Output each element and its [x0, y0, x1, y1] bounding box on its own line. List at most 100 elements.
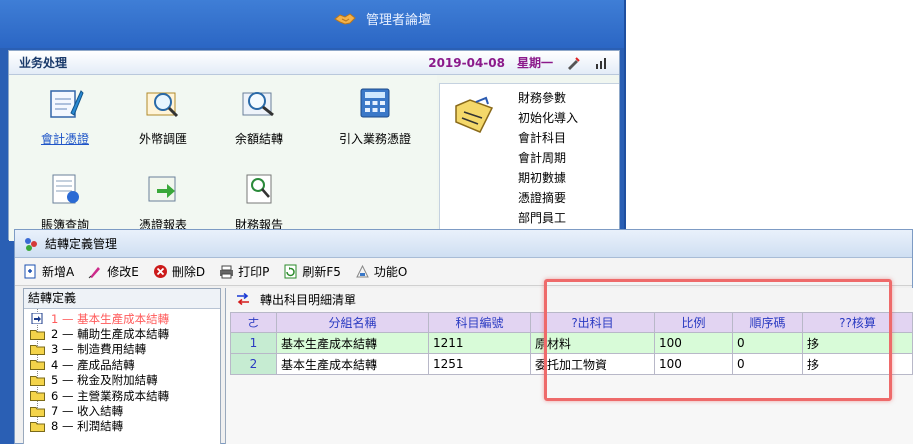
business-tiles: 會計憑證 外幣調匯 余額結轉 引入業務憑證 賬簿查詢 憑證報表 財務報告: [9, 75, 437, 241]
folder-icon: [30, 391, 45, 402]
col-header-account-code[interactable]: 科目編號: [428, 312, 531, 333]
delete-button-label: 刪除D: [171, 265, 206, 279]
folder-icon: [30, 329, 45, 340]
cell-account-code[interactable]: 1251: [428, 353, 531, 375]
new-button[interactable]: 新增A: [23, 263, 74, 280]
tree-item-6[interactable]: 6 — 主營業務成本結轉: [24, 388, 220, 403]
cell-order[interactable]: 0: [732, 332, 803, 354]
edit-pen-icon: [88, 267, 101, 279]
folder-icon: [30, 360, 45, 371]
detail-grid-panel: 轉出科目明細清單 ㄜ 分組名稱 科目編號 ?出科目 比例 順序碼 ??核算 1: [225, 288, 913, 444]
handshake-icon: [334, 12, 356, 25]
delete-button[interactable]: 刪除D: [153, 263, 205, 280]
config-item-init-import[interactable]: 初始化導入: [518, 108, 578, 128]
window-title: 結轉定義管理: [45, 237, 118, 251]
function-icon: [356, 264, 369, 278]
config-item-periods[interactable]: 會計周期: [518, 148, 578, 168]
col-header-out-account[interactable]: ?出科目: [530, 312, 655, 333]
open-doc-icon: [31, 313, 43, 325]
cell-rownum: 2: [230, 353, 277, 375]
col-header-group-name[interactable]: 分組名稱: [276, 312, 429, 333]
cell-out-account[interactable]: 委托加工物資: [530, 353, 655, 375]
cell-out-account[interactable]: 原材料: [530, 332, 655, 354]
edit-button[interactable]: 修改E: [88, 263, 139, 280]
col-header-accounting[interactable]: ??核算: [802, 312, 913, 333]
table-row[interactable]: 2 基本生產成本結轉 1251 委托加工物資 100 0 拸: [230, 353, 913, 375]
tree-item-7[interactable]: 7 — 收入結轉: [24, 403, 220, 418]
weekday-label: 星期一: [516, 56, 553, 70]
delete-icon: [153, 265, 167, 278]
tile-finance-report[interactable]: 財務報告: [211, 171, 307, 233]
toolbar: 新增A 修改E 刪除D 打印P 刷新F5 功能O: [15, 258, 912, 286]
refresh-button-label: 刷新F5: [302, 265, 341, 279]
folder-icon: [30, 406, 45, 417]
config-item-finance-params[interactable]: 財務參數: [518, 88, 578, 108]
cell-ratio[interactable]: 100: [654, 353, 733, 375]
refresh-button[interactable]: 刷新F5: [283, 263, 341, 280]
app-title: 管理者論壇: [366, 13, 432, 28]
new-doc-icon: [24, 264, 36, 279]
table-row[interactable]: 1 基本生產成本結轉 1211 原材料 100 0 拸: [230, 332, 913, 354]
config-item-opening-data[interactable]: 期初數據: [518, 168, 578, 188]
cell-accounting[interactable]: 拸: [802, 332, 913, 354]
balance-magnifier-icon: [242, 92, 274, 117]
function-button[interactable]: 功能O: [355, 263, 407, 280]
tile-voucher[interactable]: 會計憑證: [17, 85, 113, 147]
tile-import[interactable]: 引入業務憑證: [319, 85, 431, 147]
window-title-bar[interactable]: 結轉定義管理: [15, 230, 912, 258]
business-title: 业务处理: [19, 56, 68, 70]
app-header: [0, 0, 624, 48]
tree-item-5[interactable]: 5 — 稅金及附加結轉: [24, 373, 220, 388]
cell-ratio[interactable]: 100: [654, 332, 733, 354]
edit-button-label: 修改E: [107, 265, 139, 279]
folder-icon: [30, 421, 45, 432]
voucher-pen-icon: [50, 90, 84, 118]
print-button[interactable]: 打印P: [219, 263, 269, 280]
config-folder-icon: [455, 96, 494, 133]
tree-item-1[interactable]: 1 — 基本生產成本結轉: [24, 310, 220, 327]
transfer-definition-window: 結轉定義管理 新增A 修改E 刪除D 打印P 刷新F5 功能O 結轉定義 1 —…: [14, 229, 913, 444]
config-panel: 財務參數 初始化導入 會計科目 會計周期 期初數據 憑證摘要 部門員工: [439, 83, 619, 241]
transfer-tree-panel: 結轉定義 1 — 基本生產成本結轉 2 — 輔助生產成本結轉 3 — 制造費用結…: [23, 288, 221, 444]
tree-item-3[interactable]: 3 — 制造費用結轉: [24, 342, 220, 357]
tree-item-8[interactable]: 8 — 利潤結轉: [24, 419, 220, 434]
tree-item-2[interactable]: 2 — 輔助生產成本結轉: [24, 326, 220, 341]
col-header-order[interactable]: 順序碼: [732, 312, 803, 333]
tile-ledger-query[interactable]: 賬簿查詢: [17, 171, 113, 233]
transfer-arrows-icon: [237, 293, 249, 305]
tile-balance-label: 余額結轉: [234, 132, 283, 146]
tile-currency-label: 外幣調匯: [138, 132, 187, 146]
folder-icon: [30, 344, 45, 355]
config-item-voucher-summary[interactable]: 憑證摘要: [518, 188, 578, 208]
app-title-bar: 管理者論壇: [334, 9, 431, 28]
new-button-label: 新增A: [42, 265, 75, 279]
pen-tool-icon[interactable]: [565, 55, 581, 71]
detail-grid: ㄜ 分組名稱 科目編號 ?出科目 比例 順序碼 ??核算 1 基本生產成本結轉 …: [230, 312, 913, 375]
col-header-rownum[interactable]: ㄜ: [230, 312, 277, 333]
transfer-tree: 1 — 基本生產成本結轉 2 — 輔助生產成本結轉 3 — 制造費用結轉 4 —…: [24, 309, 220, 434]
col-header-ratio[interactable]: 比例: [654, 312, 733, 333]
config-item-accounts[interactable]: 會計科目: [518, 128, 578, 148]
cell-order[interactable]: 0: [732, 353, 803, 375]
voucher-report-icon: [148, 176, 176, 202]
ledger-query-icon: [52, 174, 79, 204]
grid-header-row: ㄜ 分組名稱 科目編號 ?出科目 比例 順序碼 ??核算: [230, 312, 913, 333]
cell-account-code[interactable]: 1211: [428, 332, 531, 354]
tile-voucher-label: 會計憑證: [40, 132, 89, 146]
chart-tool-icon[interactable]: [593, 55, 609, 71]
tile-voucher-report[interactable]: 憑證報表: [115, 171, 211, 233]
printer-icon: [220, 265, 234, 279]
config-list: 財務參數 初始化導入 會計科目 會計周期 期初數據 憑證摘要 部門員工: [518, 88, 578, 228]
tile-currency[interactable]: 外幣調匯: [115, 85, 211, 147]
config-item-departments[interactable]: 部門員工: [518, 208, 578, 228]
tile-import-label: 引入業務憑證: [338, 132, 411, 146]
print-button-label: 打印P: [238, 265, 270, 279]
cell-rownum: 1: [230, 332, 277, 354]
tree-header: 結轉定義: [24, 289, 220, 309]
app-window-icon: [25, 237, 37, 251]
tree-item-4[interactable]: 4 — 產成品結轉: [24, 357, 220, 372]
cell-group-name[interactable]: 基本生產成本結轉: [276, 353, 429, 375]
cell-accounting[interactable]: 拸: [802, 353, 913, 375]
tile-balance[interactable]: 余額結轉: [211, 85, 307, 147]
cell-group-name[interactable]: 基本生產成本結轉: [276, 332, 429, 354]
